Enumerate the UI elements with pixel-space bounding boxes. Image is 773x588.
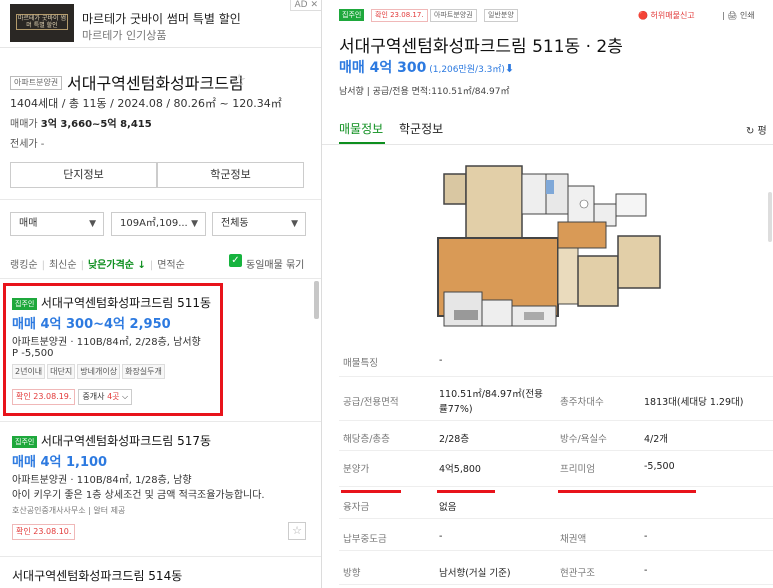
detail-title: 서대구역센텀화성파크드림 511동 · 2층	[339, 37, 623, 57]
info-row: 해당층/총층 2/28층 방수/욕실수 4/2개	[339, 421, 773, 451]
school-info-button[interactable]: 학군정보	[157, 162, 304, 188]
section-divider	[0, 199, 321, 200]
ad-subtitle: 마르테가 인기상품	[82, 29, 167, 42]
selected-listing-highlight	[3, 283, 223, 416]
favorite-star-icon[interactable]: ☆	[232, 70, 246, 89]
annotation-underline	[437, 490, 495, 493]
sort-recent[interactable]: 최신순	[49, 260, 77, 271]
owner-badge: 집주인	[339, 9, 365, 21]
sort-ranking[interactable]: 랭킹순	[10, 260, 38, 271]
detail-price: 매매 4억 300 (1,206만원/3.3㎡)⬇	[339, 60, 515, 76]
confirm-date-badge: 확인 23.08.10.	[12, 524, 76, 540]
info-row: 분양가 4억5,800 프리미엄 -5,500	[339, 451, 773, 487]
complex-meta: 1404세대 / 총 11동 / 2024.08 / 80.26㎡ ~ 120.…	[10, 97, 282, 110]
owner-badge: 집주인	[12, 436, 38, 448]
listing-desc: 아파트분양권 · 110B/84㎡, 1/28층, 남향	[12, 475, 192, 486]
report-button[interactable]: 🔴 허위매물신고	[638, 10, 695, 21]
area-select[interactable]: 109A㎡,109... ▼	[111, 212, 206, 236]
chevron-down-icon: ▼	[291, 219, 298, 229]
ad-banner[interactable]: 마르테가 굿바이 썸머 특별 할인 마르테가 굿바이 썸머 특별 할인 마르테가…	[0, 0, 321, 48]
complex-rent-price: 전세가 -	[10, 139, 45, 150]
info-row: 방향 남서향(거실 기준) 현관구조 -	[339, 551, 773, 585]
info-row: 융자금 없음	[339, 487, 773, 519]
complex-sale-price: 매매가 3억 3,660~5억 8,415	[10, 119, 152, 130]
chevron-down-icon: ▼	[89, 219, 96, 229]
list-divider	[0, 421, 321, 422]
listing-provider: 호산공인중개사사무소 | 알터 제공	[12, 506, 126, 515]
tab-school-info[interactable]: 학군정보	[399, 120, 443, 137]
confirm-date-badge: 확인 23.08.17.	[371, 9, 428, 22]
listing-panel: 마르테가 굿바이 썸머 특별 할인 마르테가 굿바이 썸머 특별 할인 마르테가…	[0, 0, 322, 588]
sort-area[interactable]: 면적순	[157, 260, 185, 271]
group-listings-checkbox[interactable]: ✓	[229, 254, 242, 267]
type-tag: 아파트분양권	[430, 9, 477, 22]
detail-panel: 집주인 확인 23.08.17. 아파트분양권 일반분양 🔴 허위매물신고 | …	[322, 0, 773, 588]
detail-summary: 남서향 | 공급/전용 면적:110.51㎡/84.97㎡	[339, 87, 510, 97]
complex-name: 서대구역센텀화성파크드림	[67, 74, 244, 93]
arrow-down-icon: ⬇	[504, 62, 515, 75]
annotation-underline	[558, 490, 696, 493]
detail-scrollbar[interactable]	[768, 192, 772, 242]
info-row: 납부중도금 - 채권액 -	[339, 519, 773, 551]
listing-title[interactable]: 서대구역센텀화성파크드림 514동	[12, 567, 182, 584]
group-listings-label[interactable]: 동일매물 묶기	[246, 256, 304, 271]
complex-type-tag: 아파트분양권	[10, 76, 63, 90]
refresh-icon[interactable]: ↻ 평	[746, 122, 767, 137]
complex-info-button[interactable]: 단지정보	[10, 162, 157, 188]
dong-select[interactable]: 전체동 ▼	[212, 212, 306, 236]
chevron-down-icon: ▼	[191, 219, 198, 229]
tab-listing-info[interactable]: 매물정보	[339, 120, 383, 137]
list-divider	[0, 556, 321, 557]
ad-close-button[interactable]: AD ✕	[289, 0, 321, 11]
print-button[interactable]: | 🖨 인쇄	[722, 10, 755, 21]
annotation-underline	[341, 490, 401, 493]
trade-type-select[interactable]: 매매 ▼	[10, 212, 104, 236]
list-scrollbar[interactable]	[314, 281, 319, 319]
list-divider	[0, 278, 321, 279]
info-row: 공급/전용면적 110.51㎡/84.97㎡(전용 률77%) 총주차대수 18…	[339, 377, 773, 421]
favorite-star-icon[interactable]: ☆	[288, 522, 306, 540]
listing-title[interactable]: 서대구역센텀화성파크드림 517동	[41, 434, 211, 448]
tab-divider	[322, 144, 773, 145]
floor-plan-image[interactable]	[434, 160, 664, 332]
listing-price: 매매 4억 1,100	[12, 455, 108, 470]
ad-title[interactable]: 마르테가 굿바이 썸머 특별 할인	[82, 10, 241, 27]
sort-bar: 랭킹순 | 최신순 | 낮은가격순 ↓ | 면적순	[10, 260, 185, 271]
sort-low-price[interactable]: 낮은가격순 ↓	[88, 260, 146, 271]
listing-memo: 아이 키우기 좋은 1층 상세조건 및 금액 적극조율가능합니다.	[12, 490, 265, 501]
ad-thumbnail[interactable]: 마르테가 굿바이 썸머 특별 할인	[10, 4, 74, 42]
info-row: 매물특징 -	[339, 343, 773, 377]
type-tag: 일반분양	[484, 9, 518, 22]
